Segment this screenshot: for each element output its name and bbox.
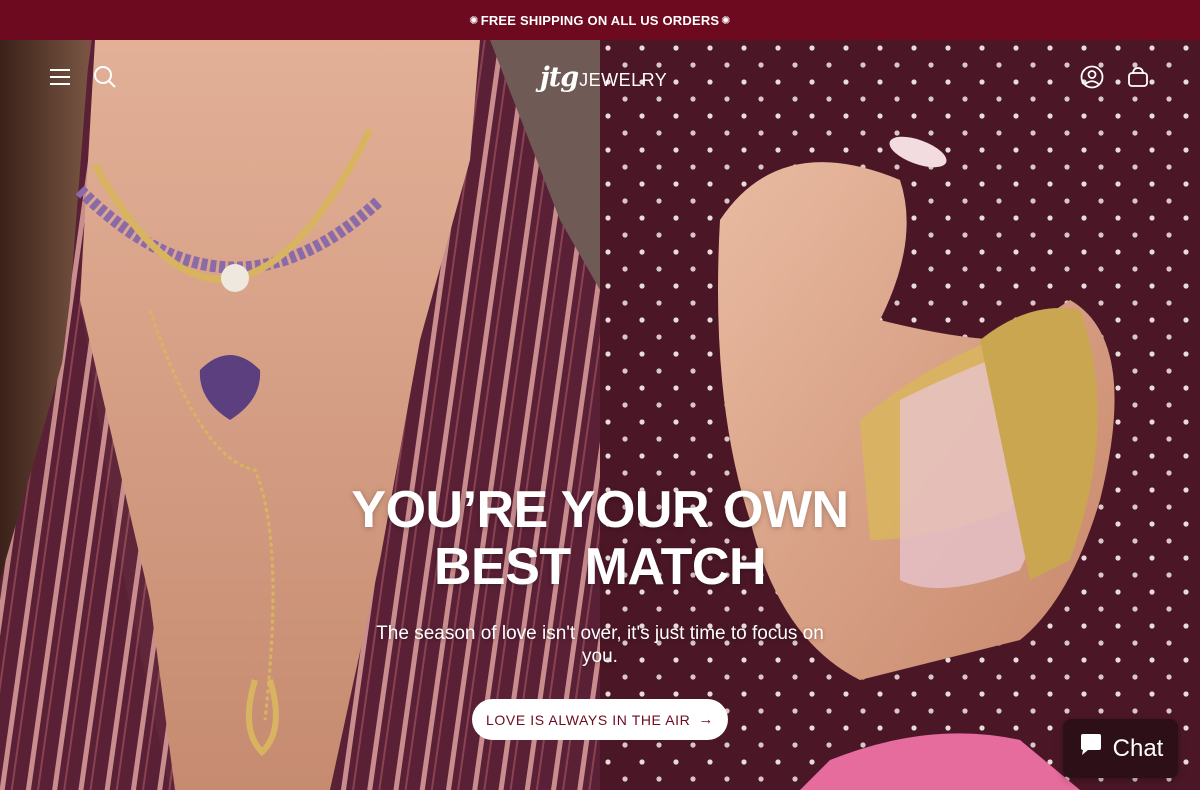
chat-label: Chat bbox=[1112, 734, 1164, 762]
menu-icon[interactable] bbox=[42, 59, 78, 95]
announcement-bar: ✺ FREE SHIPPING ON ALL US ORDERS ✺ bbox=[0, 0, 1200, 40]
hero-image-bracelets bbox=[600, 40, 1200, 790]
chat-bubble-icon bbox=[1078, 732, 1104, 765]
hero-banner bbox=[0, 40, 1200, 790]
hero-image-necklaces bbox=[0, 40, 600, 790]
cta-label: LOVE IS ALWAYS IN THE AIR bbox=[486, 711, 691, 728]
hero-subtitle: The season of love isn't over, it's just… bbox=[376, 623, 824, 667]
chat-button[interactable]: Chat bbox=[1063, 719, 1178, 778]
love-is-always-in-the-air-button[interactable]: LOVE IS ALWAYS IN THE AIR → bbox=[472, 699, 728, 740]
site-header: jtg JEWELRY bbox=[0, 40, 1200, 114]
hero-title: YOU’RE YOUR OWN BEST MATCH bbox=[351, 481, 849, 596]
arrow-right-icon: → bbox=[698, 711, 714, 728]
logo-wordmark: JEWELRY bbox=[579, 70, 668, 90]
sparkle-icon: ✺ bbox=[721, 14, 731, 27]
page-bottom-edge bbox=[0, 790, 1200, 800]
logo-mark: jtg bbox=[540, 62, 579, 93]
sparkle-icon: ✺ bbox=[469, 14, 479, 27]
hero-content: YOU’RE YOUR OWN BEST MATCH The season of… bbox=[340, 482, 860, 668]
announcement-text: FREE SHIPPING ON ALL US ORDERS bbox=[480, 12, 720, 28]
site-logo[interactable]: jtg JEWELRY bbox=[540, 62, 668, 93]
account-icon[interactable] bbox=[1074, 59, 1110, 95]
search-icon[interactable] bbox=[87, 59, 123, 95]
cart-icon[interactable] bbox=[1120, 59, 1156, 95]
